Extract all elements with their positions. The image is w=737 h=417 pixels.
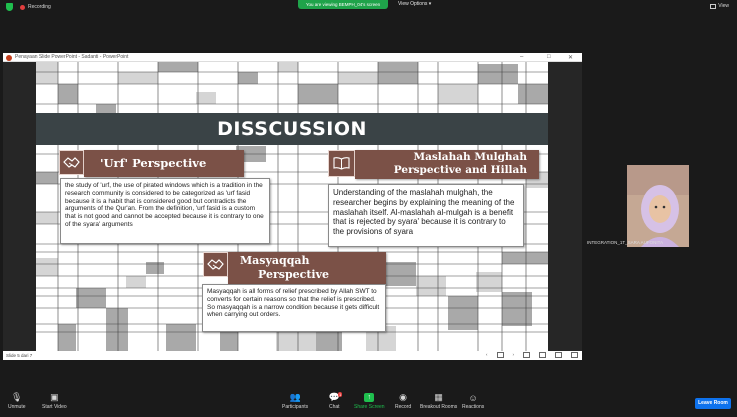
- maslahah-heading-line2: Perspective and Hillah: [393, 164, 527, 177]
- breakout-rooms-icon: ▦: [434, 392, 443, 402]
- start-video-button[interactable]: ▣ Start Video: [42, 392, 67, 410]
- powerpoint-icon: [6, 55, 12, 61]
- grid-view-icon: [710, 3, 717, 9]
- slideshow-controls: ‹ ›: [486, 352, 578, 358]
- participants-icon: 👥: [289, 392, 301, 402]
- share-screen-icon: ↑: [364, 393, 375, 402]
- book-icon: [333, 157, 350, 170]
- powerpoint-window: Penayaan Slide PowerPoint - Sadanti - Po…: [3, 53, 582, 360]
- urf-card: the study of 'urf, the use of pirated wi…: [60, 178, 270, 244]
- microphone-muted-icon: 🎙: [11, 392, 23, 402]
- slide: DISSCUSSION 'Urf' Perspective the study …: [36, 62, 548, 351]
- powerpoint-window-title: Penayaan Slide PowerPoint - Sadanti - Po…: [15, 54, 129, 60]
- recording-indicator: Recording: [6, 3, 51, 11]
- masyaqqah-card: Masyaqqah is all forms of relief prescri…: [202, 284, 386, 332]
- powerpoint-title-bar: Penayaan Slide PowerPoint - Sadanti - Po…: [3, 53, 582, 62]
- handshake-icon: [207, 259, 224, 270]
- maximize-icon[interactable]: □: [547, 54, 551, 60]
- maslahah-icon-box: [328, 150, 355, 177]
- viewing-screen-banner: You are viewing BEMPH_04's screen: [298, 0, 388, 9]
- maslahah-heading-line1: Maslahah Mulghah: [413, 151, 527, 163]
- next-slide-icon[interactable]: ›: [513, 352, 515, 358]
- record-icon: ◉: [399, 392, 407, 402]
- slideshow-icon[interactable]: [571, 352, 578, 358]
- urf-icon-box: [59, 150, 84, 175]
- chat-badge: 1: [338, 392, 343, 397]
- view-button-label: View: [718, 3, 729, 9]
- unmute-button[interactable]: 🎙 Unmute: [8, 392, 26, 410]
- close-icon[interactable]: ✕: [568, 54, 573, 61]
- zoom-top-bar: Recording You are viewing BEMPH_04's scr…: [0, 0, 737, 14]
- shield-icon: [6, 3, 13, 11]
- maslahah-heading-box: Maslahah Mulghah Perspective and Hillah: [355, 150, 539, 179]
- previous-slide-icon[interactable]: ‹: [486, 352, 488, 358]
- view-button[interactable]: View: [710, 3, 729, 9]
- breakout-rooms-label: Breakout Rooms: [420, 404, 458, 410]
- zoom-toolbar: 🎙 Unmute ▣ Start Video 👥 Participants 💬 1…: [0, 391, 737, 417]
- share-screen-button[interactable]: ↑ Share Screen: [354, 393, 385, 410]
- slide-title: DISSCUSSION: [217, 118, 367, 140]
- slide-menu-icon[interactable]: [496, 352, 504, 358]
- start-video-label: Start Video: [42, 404, 67, 410]
- maslahah-card: Understanding of the maslahah mulghah, t…: [328, 184, 524, 247]
- masyaqqah-body: Masyaqqah is all forms of relief prescri…: [207, 288, 380, 319]
- chat-label: Chat: [329, 404, 340, 410]
- zoom-window: Recording You are viewing BEMPH_04's scr…: [0, 0, 737, 417]
- masyaqqah-icon-box: [203, 252, 228, 277]
- powerpoint-status-bar: Slide 5 dari 7 ‹ ›: [3, 351, 582, 360]
- maslahah-body: Understanding of the maslahah mulghah, t…: [333, 188, 515, 236]
- urf-heading-box: 'Urf' Perspective: [84, 150, 244, 177]
- reactions-button[interactable]: ☺ Reactions: [462, 392, 485, 411]
- handshake-icon: [63, 157, 80, 168]
- urf-heading: 'Urf' Perspective: [100, 156, 207, 170]
- participants-button[interactable]: 👥 Participants: [282, 392, 309, 410]
- participant-avatar: [627, 165, 689, 247]
- video-off-icon: ▣: [50, 392, 59, 402]
- record-dot-icon: [20, 4, 25, 10]
- record-button[interactable]: ◉ Record: [395, 392, 412, 410]
- slide-number: Slide 5 dari 7: [6, 353, 33, 358]
- reactions-icon: ☺: [468, 392, 478, 403]
- slide-title-banner: DISSCUSSION: [36, 113, 548, 145]
- participant-name: INTEGRATION_1T_SARA AUFONITA: [587, 240, 664, 245]
- reactions-label: Reactions: [462, 404, 485, 410]
- masyaqqah-heading-line2: Perspective: [258, 268, 330, 282]
- participant-video[interactable]: [627, 165, 689, 247]
- record-label: Record: [395, 404, 412, 410]
- minimize-icon[interactable]: –: [520, 54, 523, 60]
- masyaqqah-heading-box: Masyaqqah Perspective: [228, 252, 386, 285]
- slide-area: DISSCUSSION 'Urf' Perspective the study …: [3, 62, 582, 351]
- slide-sorter-icon[interactable]: [539, 352, 546, 358]
- reading-view-icon[interactable]: [555, 352, 562, 358]
- masyaqqah-heading-line1: Masyaqqah: [240, 254, 310, 267]
- chat-icon: 💬 1: [328, 392, 343, 402]
- unmute-label: Unmute: [8, 404, 26, 410]
- share-screen-label: Share Screen: [354, 404, 385, 410]
- normal-view-icon[interactable]: [523, 352, 530, 358]
- breakout-rooms-button[interactable]: ▦ Breakout Rooms: [420, 392, 458, 410]
- leave-room-button[interactable]: Leave Room: [695, 398, 731, 409]
- view-options-button[interactable]: View Options ▾: [398, 1, 431, 7]
- recording-label: Recording: [28, 4, 51, 10]
- chat-button[interactable]: 💬 1 Chat: [328, 392, 343, 410]
- participants-label: Participants: [282, 404, 309, 410]
- view-options-label: View Options: [398, 1, 428, 7]
- urf-body: the study of 'urf, the use of pirated wi…: [65, 182, 264, 228]
